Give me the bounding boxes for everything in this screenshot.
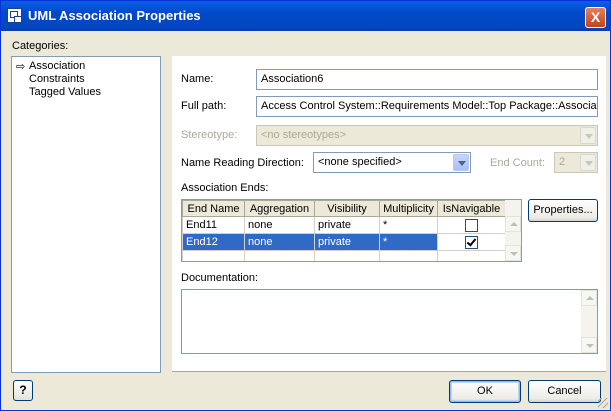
resize-grip-icon[interactable] [598, 398, 608, 408]
dialog-window: UML Association Properties X Categories:… [0, 0, 611, 411]
scroll-down-icon[interactable] [505, 245, 521, 261]
empty-cell [182, 250, 245, 261]
categories-list[interactable]: ⇨ Association Constraints Tagged Values [11, 56, 161, 373]
is-navigable-checkbox[interactable] [465, 218, 478, 232]
reading-direction-label: Name Reading Direction: [181, 157, 304, 169]
column-header-is-navigable[interactable]: IsNavigable [437, 200, 506, 217]
uml-app-icon [7, 8, 22, 23]
ok-button[interactable]: OK [449, 380, 521, 403]
empty-cell [244, 250, 315, 261]
end-count-label: End Count: [490, 157, 546, 169]
help-button[interactable]: ? [13, 380, 33, 401]
cancel-button[interactable]: Cancel [528, 380, 601, 403]
end-count-value: 2 [559, 156, 566, 168]
scroll-up-icon[interactable] [505, 216, 521, 232]
grid-scrollbar[interactable] [505, 200, 521, 261]
column-header-aggregation[interactable]: Aggregation [244, 200, 315, 217]
properties-button[interactable]: Properties... [528, 199, 598, 222]
chevron-down-icon [580, 127, 596, 144]
stereotype-value: <no stereotypes> [261, 129, 347, 141]
multiplicity-cell[interactable]: * [379, 233, 438, 251]
close-button[interactable]: X [585, 7, 606, 28]
selected-arrow-icon: ⇨ [16, 61, 26, 73]
association-ends-label: Association Ends: [181, 182, 269, 194]
full-path-input[interactable]: Access Control System::Requirements Mode… [256, 96, 598, 117]
association-ends-grid[interactable]: End Name Aggregation Visibility Multipli… [181, 199, 522, 262]
is-navigable-checkbox[interactable] [465, 235, 478, 249]
multiplicity-cell[interactable]: * [379, 216, 438, 234]
table-row[interactable] [182, 250, 506, 261]
name-input[interactable]: Association6 [256, 69, 598, 90]
full-path-label: Full path: [181, 100, 227, 112]
table-row[interactable]: End11 none private * [182, 216, 506, 234]
stereotype-select: <no stereotypes> [256, 125, 598, 146]
documentation-label: Documentation: [181, 272, 259, 284]
end-name-cell[interactable]: End11 [182, 216, 245, 234]
chevron-down-icon[interactable] [453, 154, 469, 171]
documentation-scrollbar[interactable] [581, 290, 597, 353]
scroll-down-icon[interactable] [581, 337, 597, 353]
visibility-cell[interactable]: private [314, 216, 380, 234]
documentation-textarea[interactable] [181, 289, 598, 354]
reading-direction-value: <none specified> [318, 156, 402, 168]
visibility-cell[interactable]: private [314, 233, 380, 251]
title-bar[interactable]: UML Association Properties X [1, 1, 610, 31]
category-constraints[interactable]: Constraints [29, 73, 85, 85]
category-tagged-values[interactable]: Tagged Values [29, 86, 101, 98]
aggregation-cell[interactable]: none [244, 216, 315, 234]
association-ends-table: End Name Aggregation Visibility Multipli… [182, 200, 506, 261]
name-label: Name: [181, 73, 214, 85]
empty-cell [379, 250, 438, 261]
window-title: UML Association Properties [28, 8, 201, 23]
categories-label: Categories: [12, 40, 69, 52]
aggregation-cell[interactable]: none [244, 233, 315, 251]
column-header-visibility[interactable]: Visibility [314, 200, 380, 217]
column-header-end-name[interactable]: End Name [182, 200, 245, 217]
column-header-multiplicity[interactable]: Multiplicity [379, 200, 438, 217]
end-count-select: 2 [554, 152, 598, 173]
table-row[interactable]: End12 none private * [182, 233, 506, 251]
empty-cell [314, 250, 380, 261]
reading-direction-select[interactable]: <none specified> [313, 152, 471, 173]
footer-divider [172, 371, 606, 372]
is-navigable-cell[interactable] [437, 216, 506, 234]
scroll-up-icon[interactable] [581, 290, 597, 306]
chevron-down-icon [580, 154, 596, 171]
end-name-cell[interactable]: End12 [182, 233, 245, 251]
category-association[interactable]: Association [29, 60, 85, 72]
empty-cell [437, 250, 506, 261]
stereotype-label: Stereotype: [181, 129, 238, 141]
is-navigable-cell[interactable] [437, 233, 506, 251]
